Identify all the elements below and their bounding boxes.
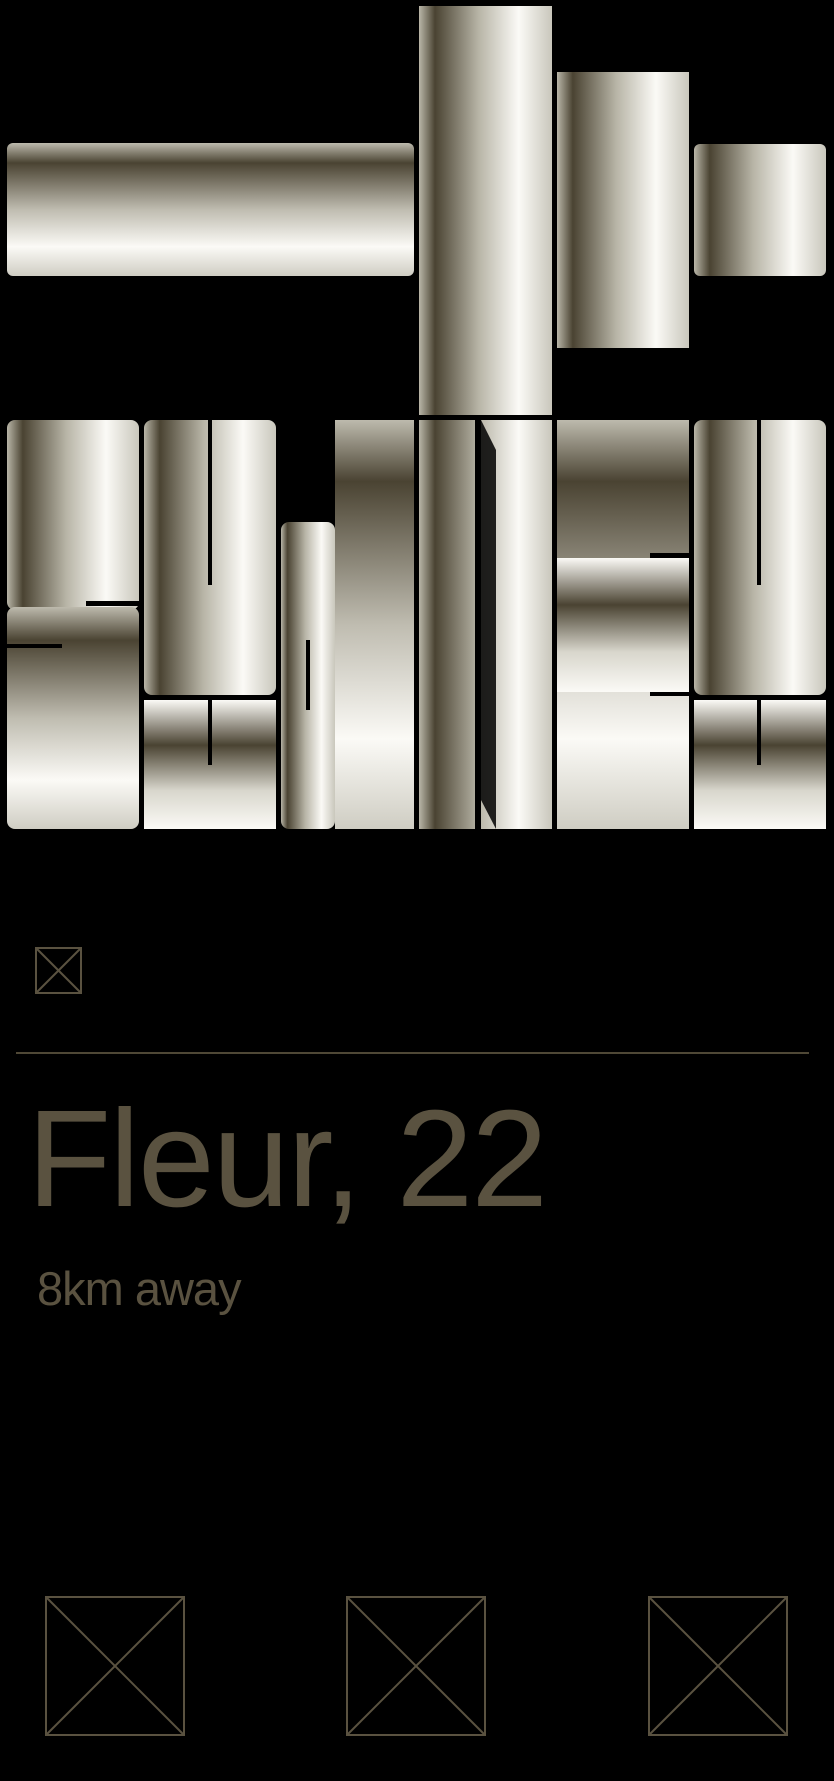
divider [16,1052,809,1054]
profile-distance: 8km away [37,1262,242,1315]
action-button-right[interactable] [648,1596,788,1736]
image-placeholder-icon [346,1596,486,1736]
hero-artwork [0,0,834,836]
action-button-center[interactable] [346,1596,486,1736]
image-placeholder-icon [35,947,82,994]
image-placeholder-icon [648,1596,788,1736]
metallic-lettering-image [7,6,826,829]
profile-name-age: Fleur, 22 [27,1082,548,1236]
image-placeholder-icon [45,1596,185,1736]
action-button-left[interactable] [45,1596,185,1736]
